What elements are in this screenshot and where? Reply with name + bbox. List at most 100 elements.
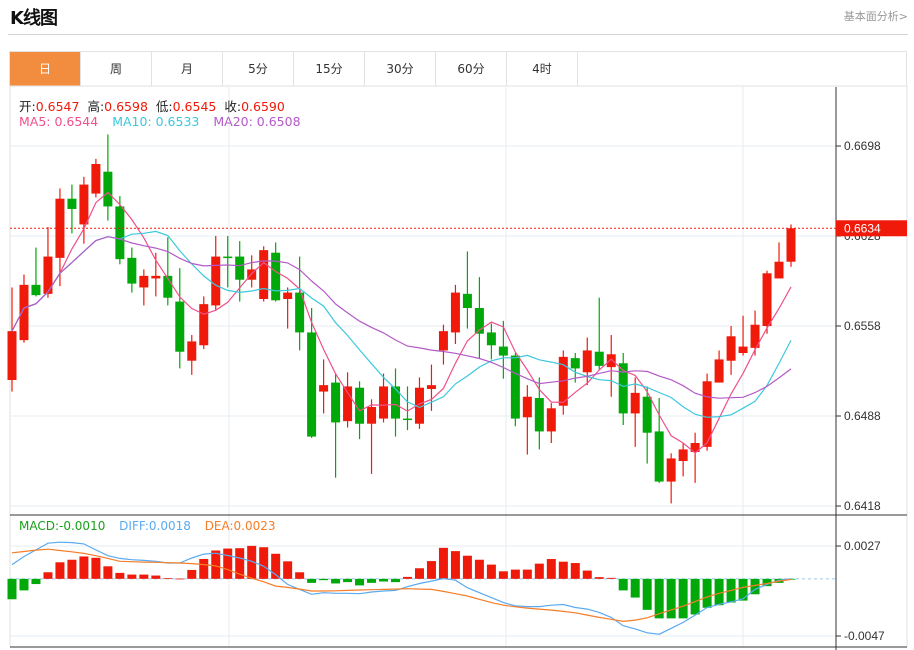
candle-down bbox=[115, 206, 125, 260]
candle-down bbox=[223, 256, 233, 259]
candle-down bbox=[67, 198, 77, 209]
macd-bar bbox=[546, 559, 556, 579]
candle-up bbox=[666, 458, 676, 482]
macd-bar bbox=[139, 574, 149, 579]
candle-up bbox=[43, 256, 53, 294]
diff-value: DIFF:0.0018 bbox=[119, 519, 191, 533]
macd-bar bbox=[642, 578, 652, 610]
candle-down bbox=[103, 171, 113, 207]
candle-up bbox=[438, 331, 448, 351]
macd-bar bbox=[163, 578, 173, 580]
macd-bar bbox=[379, 578, 389, 582]
macd-bar bbox=[438, 547, 448, 579]
candle-up bbox=[79, 184, 89, 225]
macd-bar bbox=[187, 569, 197, 579]
price-tick-label: 0.6418 bbox=[844, 499, 881, 513]
macd-bar bbox=[486, 564, 496, 579]
macd-tick-label: 0.0027 bbox=[844, 539, 881, 553]
candle-down bbox=[127, 257, 137, 284]
candle-up bbox=[762, 273, 772, 326]
candle-up bbox=[774, 261, 784, 279]
candle-up bbox=[738, 346, 748, 353]
candle-down bbox=[391, 386, 401, 419]
macd-legend: MACD:-0.0010 DIFF:0.0018 DEA:0.0023 bbox=[19, 519, 280, 533]
candle-down bbox=[534, 398, 544, 432]
macd-bar bbox=[151, 575, 161, 579]
candle-down bbox=[331, 382, 341, 423]
macd-bar bbox=[618, 578, 628, 591]
ma-legend: MA5: 0.6544 MA10: 0.6533 MA20: 0.6508 bbox=[19, 114, 305, 129]
candle-down bbox=[235, 256, 245, 280]
macd-bar bbox=[295, 572, 305, 579]
open-label: 开: bbox=[19, 99, 36, 114]
macd-bar bbox=[127, 574, 137, 579]
macd-tick-label: -0.0047 bbox=[844, 629, 885, 643]
candle-up bbox=[450, 292, 460, 333]
candle-up bbox=[726, 336, 736, 361]
macd-bar bbox=[570, 563, 580, 579]
candle-up bbox=[367, 407, 377, 424]
macd-bar bbox=[402, 576, 412, 579]
dea-value: DEA:0.0023 bbox=[204, 519, 276, 533]
macd-bar bbox=[690, 578, 700, 615]
macd-bar bbox=[534, 563, 544, 579]
macd-bar bbox=[319, 578, 329, 581]
macd-bar bbox=[702, 578, 712, 608]
candle-up bbox=[19, 284, 29, 341]
macd-bar bbox=[307, 578, 317, 583]
candle-up bbox=[546, 408, 556, 432]
candle-up bbox=[151, 275, 161, 279]
candle-down bbox=[654, 431, 664, 482]
macd-bar bbox=[331, 578, 341, 584]
macd-bar bbox=[115, 572, 125, 579]
candle-up bbox=[7, 331, 17, 380]
macd-bar bbox=[666, 578, 676, 619]
candle-up bbox=[91, 164, 101, 194]
macd-value: MACD:-0.0010 bbox=[19, 519, 106, 533]
macd-bar bbox=[79, 556, 89, 579]
candle-down bbox=[462, 293, 472, 308]
candle-up bbox=[187, 341, 197, 361]
candle-up bbox=[678, 449, 688, 461]
candle-up bbox=[199, 304, 209, 346]
macd-bar bbox=[43, 572, 53, 579]
macd-bar bbox=[55, 562, 65, 579]
price-tick-label: 0.6698 bbox=[844, 139, 881, 153]
ma20-value: MA20: 0.6508 bbox=[213, 114, 301, 129]
candle-up bbox=[379, 386, 389, 419]
macd-bar bbox=[103, 566, 113, 579]
ma5-line bbox=[11, 191, 792, 454]
macd-bar bbox=[606, 577, 616, 579]
macd-bar bbox=[414, 568, 424, 579]
candle-down bbox=[307, 332, 317, 437]
macd-bar bbox=[259, 547, 269, 579]
macd-bar bbox=[450, 551, 460, 579]
macd-bar bbox=[678, 578, 688, 619]
ohlc-legend: 开:0.6547 高:0.6598 低:0.6545 收:0.6590 bbox=[19, 96, 289, 115]
ma10-value: MA10: 0.6533 bbox=[112, 114, 200, 129]
candle-down bbox=[486, 332, 496, 346]
candle-down bbox=[402, 418, 412, 421]
price-tick-label: 0.6558 bbox=[844, 319, 881, 333]
macd-bar bbox=[7, 578, 17, 600]
candle-down bbox=[31, 284, 41, 296]
high-label: 高: bbox=[87, 99, 105, 114]
candle-down bbox=[175, 301, 185, 352]
macd-bar bbox=[558, 561, 568, 579]
high-value: 0.6598 bbox=[104, 99, 148, 114]
ma5-value: MA5: 0.6544 bbox=[19, 114, 99, 129]
candle-up bbox=[139, 275, 149, 288]
candle-down bbox=[510, 355, 520, 419]
candle-up bbox=[630, 392, 640, 414]
low-value: 0.6545 bbox=[172, 99, 217, 114]
macd-bar bbox=[738, 578, 748, 601]
macd-bar bbox=[474, 559, 484, 579]
candle-up bbox=[582, 350, 592, 373]
candle-up bbox=[606, 354, 616, 368]
last-price-label: 0.6634 bbox=[844, 221, 881, 235]
candle-up bbox=[522, 396, 532, 418]
candle-up bbox=[426, 385, 436, 389]
macd-bar bbox=[31, 578, 41, 585]
macd-bar bbox=[283, 561, 293, 579]
macd-bar bbox=[462, 555, 472, 579]
